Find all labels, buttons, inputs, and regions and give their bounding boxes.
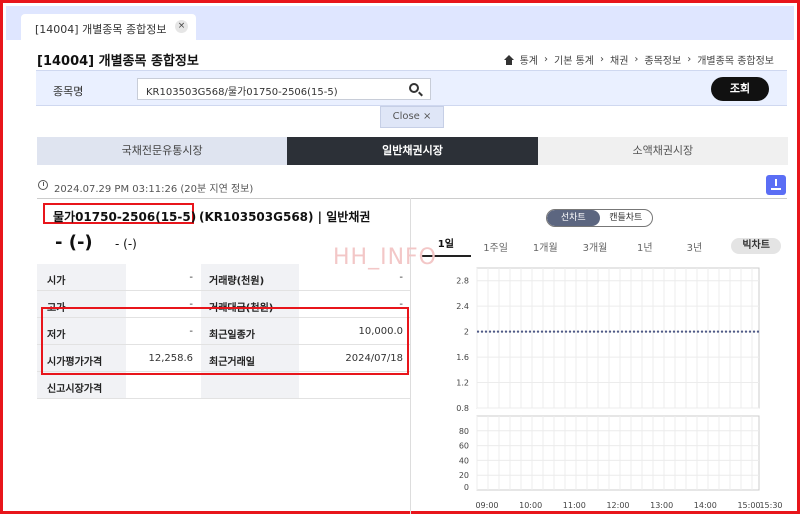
y-tick-label: 0 bbox=[464, 483, 469, 492]
grid-value bbox=[126, 372, 201, 398]
breadcrumb-item[interactable]: 통계 bbox=[520, 52, 538, 67]
current-price: - (-) bbox=[55, 232, 93, 253]
x-tick-label: 13:00 bbox=[650, 501, 673, 510]
breadcrumb-item[interactable]: 종목정보 bbox=[644, 52, 681, 67]
grid-key bbox=[201, 372, 299, 398]
timestamp: 2024.07.29 PM 03:11:26 (20분 지연 정보) bbox=[54, 184, 254, 195]
close-button[interactable]: Close × bbox=[380, 106, 444, 128]
tab-14004[interactable]: [14004] 개별종목 종합정보 × bbox=[21, 14, 196, 40]
period-1m[interactable]: 1개월 bbox=[520, 239, 570, 254]
highlight-box bbox=[41, 307, 409, 375]
y-tick-label: 80 bbox=[459, 427, 469, 436]
price-plot-area bbox=[476, 267, 760, 409]
y-tick-label: 1.2 bbox=[456, 379, 469, 388]
close-icon[interactable]: × bbox=[175, 20, 188, 33]
y-tick-label: 2.8 bbox=[456, 277, 469, 286]
market-tabs: 국채전문유통시장 일반채권시장 소액채권시장 bbox=[37, 137, 788, 165]
period-selector: 1일 1주일 1개월 3개월 1년 3년 빅차트 bbox=[421, 235, 782, 257]
bond-code: (KR103503G568) | 일반채권 bbox=[199, 210, 371, 224]
search-label: 종목명 bbox=[53, 85, 84, 98]
y-tick-label: 60 bbox=[459, 442, 469, 451]
volume-plot-area bbox=[476, 415, 760, 491]
breadcrumb-item[interactable]: 기본 통계 bbox=[554, 52, 594, 67]
y-tick-label: 2 bbox=[464, 328, 469, 337]
period-3m[interactable]: 3개월 bbox=[570, 239, 620, 254]
grid-key: 신고시장가격 bbox=[37, 372, 126, 398]
period-3y[interactable]: 3년 bbox=[670, 239, 720, 254]
breadcrumb-item[interactable]: 개별종목 종합정보 bbox=[697, 52, 774, 67]
breadcrumb-item[interactable]: 채권 bbox=[610, 52, 628, 67]
grid-key: 거래량(천원) bbox=[201, 264, 299, 290]
clock-icon bbox=[38, 180, 48, 190]
period-1y[interactable]: 1년 bbox=[620, 239, 670, 254]
grid-key: 시가 bbox=[37, 264, 126, 290]
candle-chart-toggle[interactable]: 캔들차트 bbox=[600, 210, 653, 226]
tab-treasury-market[interactable]: 국채전문유통시장 bbox=[37, 137, 288, 165]
search-input[interactable]: KR103503G568/물가01750-2506(15-5) bbox=[137, 78, 431, 100]
home-icon[interactable] bbox=[503, 54, 514, 65]
y-tick-label: 40 bbox=[459, 456, 469, 465]
price-chart: 0.8 1.2 1.6 2 2.4 2.8 20 40 60 80 0 09:00 10:00 11:00… bbox=[456, 267, 783, 510]
tab-small-bond-market[interactable]: 소액채권시장 bbox=[537, 137, 788, 165]
x-tick-label: 10:00 bbox=[519, 501, 542, 510]
x-tick-label: 15:30 bbox=[759, 501, 782, 510]
y-tick-label: 2.4 bbox=[456, 302, 469, 311]
big-chart-button[interactable]: 빅차트 bbox=[731, 238, 782, 254]
tab-general-bond-market[interactable]: 일반채권시장 bbox=[287, 137, 538, 165]
breadcrumb: 통계 › 기본 통계 › 채권 › 종목정보 › 개별종목 종합정보 bbox=[503, 52, 774, 67]
tab-bar: [14004] 개별종목 종합정보 × bbox=[6, 6, 794, 40]
grid-value: - bbox=[189, 272, 193, 283]
page-title: [14004] 개별종목 종합정보 bbox=[37, 54, 199, 69]
y-tick-label: 0.8 bbox=[456, 404, 469, 413]
line-chart-toggle[interactable]: 선차트 bbox=[547, 210, 600, 226]
y-tick-label: 1.6 bbox=[456, 353, 469, 362]
price-change: - (-) bbox=[115, 237, 137, 251]
search-icon[interactable] bbox=[409, 83, 419, 93]
x-tick-label: 15:00 bbox=[737, 501, 760, 510]
x-tick-label: 12:00 bbox=[606, 501, 629, 510]
x-tick-label: 14:00 bbox=[694, 501, 717, 510]
search-bar: 종목명 KR103503G568/물가01750-2506(15-5) 조회 bbox=[36, 70, 787, 106]
query-button[interactable]: 조회 bbox=[711, 77, 769, 101]
x-tick-label: 11:00 bbox=[563, 501, 586, 510]
table-row: 신고시장가격 bbox=[37, 372, 410, 399]
grid-value bbox=[299, 372, 410, 398]
bond-name: 물가01750-2506(15-5) bbox=[53, 210, 197, 224]
y-tick-label: 20 bbox=[459, 471, 469, 480]
x-tick-label: 09:00 bbox=[475, 501, 498, 510]
tab-title: [14004] 개별종목 종합정보 bbox=[35, 23, 167, 36]
chart-type-toggle[interactable]: 선차트 캔들차트 bbox=[546, 209, 653, 227]
download-icon[interactable] bbox=[766, 175, 786, 195]
period-1w[interactable]: 1주일 bbox=[471, 239, 521, 254]
